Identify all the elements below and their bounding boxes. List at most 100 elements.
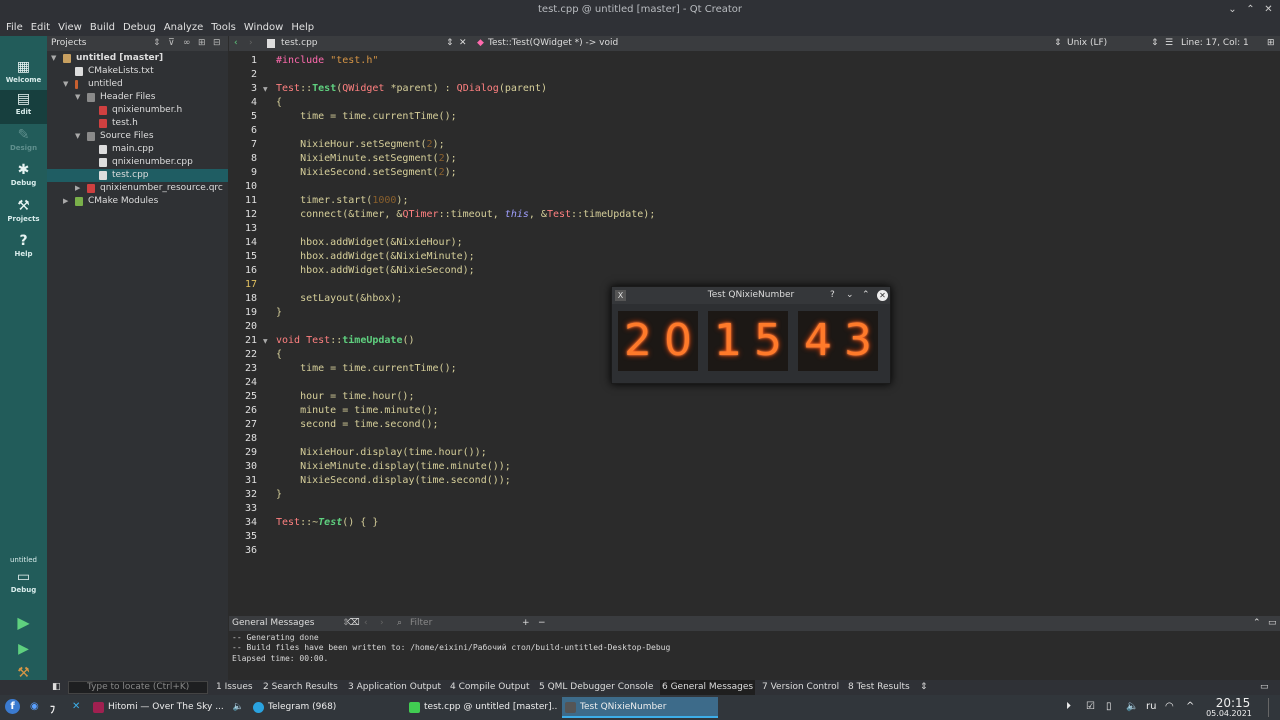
- tree-item-untitled[interactable]: ▼ untitled: [47, 78, 228, 91]
- dialog-minimize-icon[interactable]: ⌄: [846, 287, 854, 304]
- dialog-close-icon[interactable]: ✕: [877, 290, 888, 301]
- tab-application-output[interactable]: 3 Application Output: [348, 680, 441, 695]
- clock-time[interactable]: 20:15: [1208, 696, 1258, 710]
- tree-item-test-h[interactable]: test.h: [47, 117, 228, 130]
- mode-edit[interactable]: ▤ Edit: [0, 90, 47, 124]
- updown-icon[interactable]: ⇕: [153, 36, 161, 51]
- maximize-pane-icon[interactable]: ⌃: [1253, 616, 1261, 631]
- list-icon[interactable]: ☰: [1165, 36, 1173, 51]
- tab-test-results[interactable]: 8 Test Results: [848, 680, 910, 695]
- dialog-maximize-icon[interactable]: ⌃: [862, 287, 870, 304]
- clipboard-icon[interactable]: ▯: [1106, 701, 1112, 712]
- tab-general-messages[interactable]: 6 General Messages: [660, 680, 756, 695]
- tree-item-main-cpp[interactable]: main.cpp: [47, 143, 228, 156]
- open-file-name[interactable]: test.cpp: [281, 36, 318, 51]
- line-number: 16: [244, 265, 257, 276]
- code-line: NixieMinute.setSegment(2);: [276, 153, 457, 164]
- task-hitomi[interactable]: Hitomi — Over The Sky ... 🔈: [90, 697, 248, 718]
- menu-help[interactable]: Help: [291, 19, 314, 36]
- tree-item-resource-qrc[interactable]: ▶ qnixienumber_resource.qrc: [47, 182, 228, 195]
- tab-compile-output[interactable]: 4 Compile Output: [450, 680, 530, 695]
- menu-edit[interactable]: Edit: [31, 19, 50, 36]
- tab-search-results[interactable]: 2 Search Results: [263, 680, 338, 695]
- kit-selector[interactable]: untitled ▭ Debug: [0, 556, 47, 594]
- tree-item-untitled-master[interactable]: ▼ untitled [master]: [47, 52, 228, 65]
- tab-issues[interactable]: 1 Issues: [216, 680, 253, 695]
- menu-window[interactable]: Window: [244, 19, 283, 36]
- file-dropdown-icon[interactable]: ⇕: [446, 36, 454, 51]
- eol-dropdown-icon[interactable]: ⇕: [1151, 36, 1159, 51]
- tree-item-cmakelists[interactable]: CMakeLists.txt: [47, 65, 228, 78]
- mode-welcome[interactable]: ▦ Welcome: [0, 58, 47, 92]
- cursor-position[interactable]: Line: 17, Col: 1: [1181, 36, 1249, 51]
- menu-debug[interactable]: Debug: [123, 19, 156, 36]
- keyboard-layout[interactable]: ru: [1146, 701, 1156, 712]
- tree-item-qnixienumber-h[interactable]: qnixienumber.h: [47, 104, 228, 117]
- tab-qml-debugger[interactable]: 5 QML Debugger Console: [539, 680, 653, 695]
- line-number: 35: [244, 531, 257, 542]
- fedora-menu-icon[interactable]: f: [5, 699, 20, 714]
- tree-item-qnixienumber-cpp[interactable]: qnixienumber.cpp: [47, 156, 228, 169]
- close-file-icon[interactable]: ✕: [459, 36, 467, 51]
- add-icon[interactable]: +: [522, 616, 530, 631]
- mode-projects[interactable]: ⚒ Projects: [0, 197, 47, 231]
- back-icon[interactable]: ‹: [234, 36, 238, 51]
- tree-item-header-files[interactable]: ▼ Header Files: [47, 91, 228, 104]
- remove-icon[interactable]: −: [538, 616, 546, 631]
- wifi-icon[interactable]: ◠: [1165, 701, 1174, 712]
- code-line: second = time.second();: [276, 419, 439, 430]
- fold-arrow-icon[interactable]: ▼: [263, 338, 268, 345]
- clear-output-icon[interactable]: ⌫: [347, 616, 360, 631]
- toggle-sidebar-icon[interactable]: ◧: [52, 680, 61, 695]
- menu-build[interactable]: Build: [90, 19, 115, 36]
- tree-item-test-cpp[interactable]: test.cpp: [47, 169, 228, 182]
- checkbox-tray-icon[interactable]: ☑: [1086, 701, 1095, 712]
- menu-analyze[interactable]: Analyze: [164, 19, 203, 36]
- mode-help[interactable]: ? Help: [0, 232, 47, 266]
- menu-tools[interactable]: Tools: [211, 19, 236, 36]
- maximize-icon[interactable]: ⌃: [1244, 3, 1257, 16]
- prev-icon[interactable]: ‹: [364, 616, 368, 631]
- line-ending-selector[interactable]: Unix (LF): [1067, 36, 1107, 51]
- show-desktop-button[interactable]: [1268, 698, 1276, 717]
- tab-version-control[interactable]: 7 Version Control: [762, 680, 839, 695]
- filter-input[interactable]: Filter: [410, 616, 432, 631]
- discord-icon[interactable]: ◉: [30, 701, 39, 712]
- symbol-selector[interactable]: Test::Test(QWidget *) -> void: [488, 36, 618, 51]
- mode-design[interactable]: ✎ Design: [0, 126, 47, 160]
- vertical-scrollbar[interactable]: [1270, 51, 1280, 616]
- more-tabs-icon[interactable]: ⇕: [920, 680, 928, 695]
- text-file-icon: [75, 67, 83, 76]
- tree-item-cmake-modules[interactable]: ▶ CMake Modules: [47, 195, 228, 208]
- close-pane-icon[interactable]: ▭: [1268, 616, 1277, 631]
- task-test-qnixienumber[interactable]: Test QNixieNumber: [562, 697, 718, 718]
- dialog-help-button[interactable]: ?: [830, 287, 835, 304]
- task-qt-creator[interactable]: test.cpp @ untitled [master]...: [406, 697, 558, 718]
- tray-expand-icon[interactable]: ^: [1186, 701, 1194, 712]
- nixie-dialog[interactable]: X Test QNixieNumber ? ⌄ ⌃ ✕ 2 0 1 5 4 3: [611, 286, 891, 384]
- output-toggle-icon[interactable]: ▭: [1260, 680, 1269, 695]
- volume-icon[interactable]: 🔈: [1126, 701, 1138, 712]
- forward-icon[interactable]: ›: [249, 36, 253, 51]
- minimize-icon[interactable]: ⌄: [1226, 3, 1239, 16]
- app-launcher-icon[interactable]: ﾌ: [50, 701, 55, 716]
- split-editor-icon[interactable]: ⊞: [1267, 36, 1275, 51]
- link-icon[interactable]: ∞: [183, 36, 191, 51]
- task-telegram[interactable]: Telegram (968): [250, 697, 402, 718]
- fold-arrow-icon[interactable]: ▼: [263, 86, 268, 93]
- clock-date[interactable]: 05.04.2021: [1200, 709, 1258, 718]
- kde-connect-icon[interactable]: ✕: [72, 701, 80, 712]
- tree-item-source-files[interactable]: ▼ Source Files: [47, 130, 228, 143]
- menu-file[interactable]: File: [6, 19, 23, 36]
- split-icon[interactable]: ⊞: [198, 36, 206, 51]
- locator-input[interactable]: Type to locate (Ctrl+K): [68, 681, 208, 694]
- symbol-dropdown-icon[interactable]: ⇕: [1054, 36, 1062, 51]
- filter-icon[interactable]: ⊽: [168, 36, 175, 51]
- menu-view[interactable]: View: [58, 19, 82, 36]
- mode-debug[interactable]: ✱ Debug: [0, 161, 47, 195]
- next-icon[interactable]: ›: [380, 616, 384, 631]
- close-pane-icon[interactable]: ⊟: [213, 36, 221, 51]
- nixie-digit: 4: [804, 315, 832, 366]
- media-play-icon[interactable]: ⏵: [1066, 701, 1071, 712]
- close-window-icon[interactable]: ✕: [1262, 3, 1275, 16]
